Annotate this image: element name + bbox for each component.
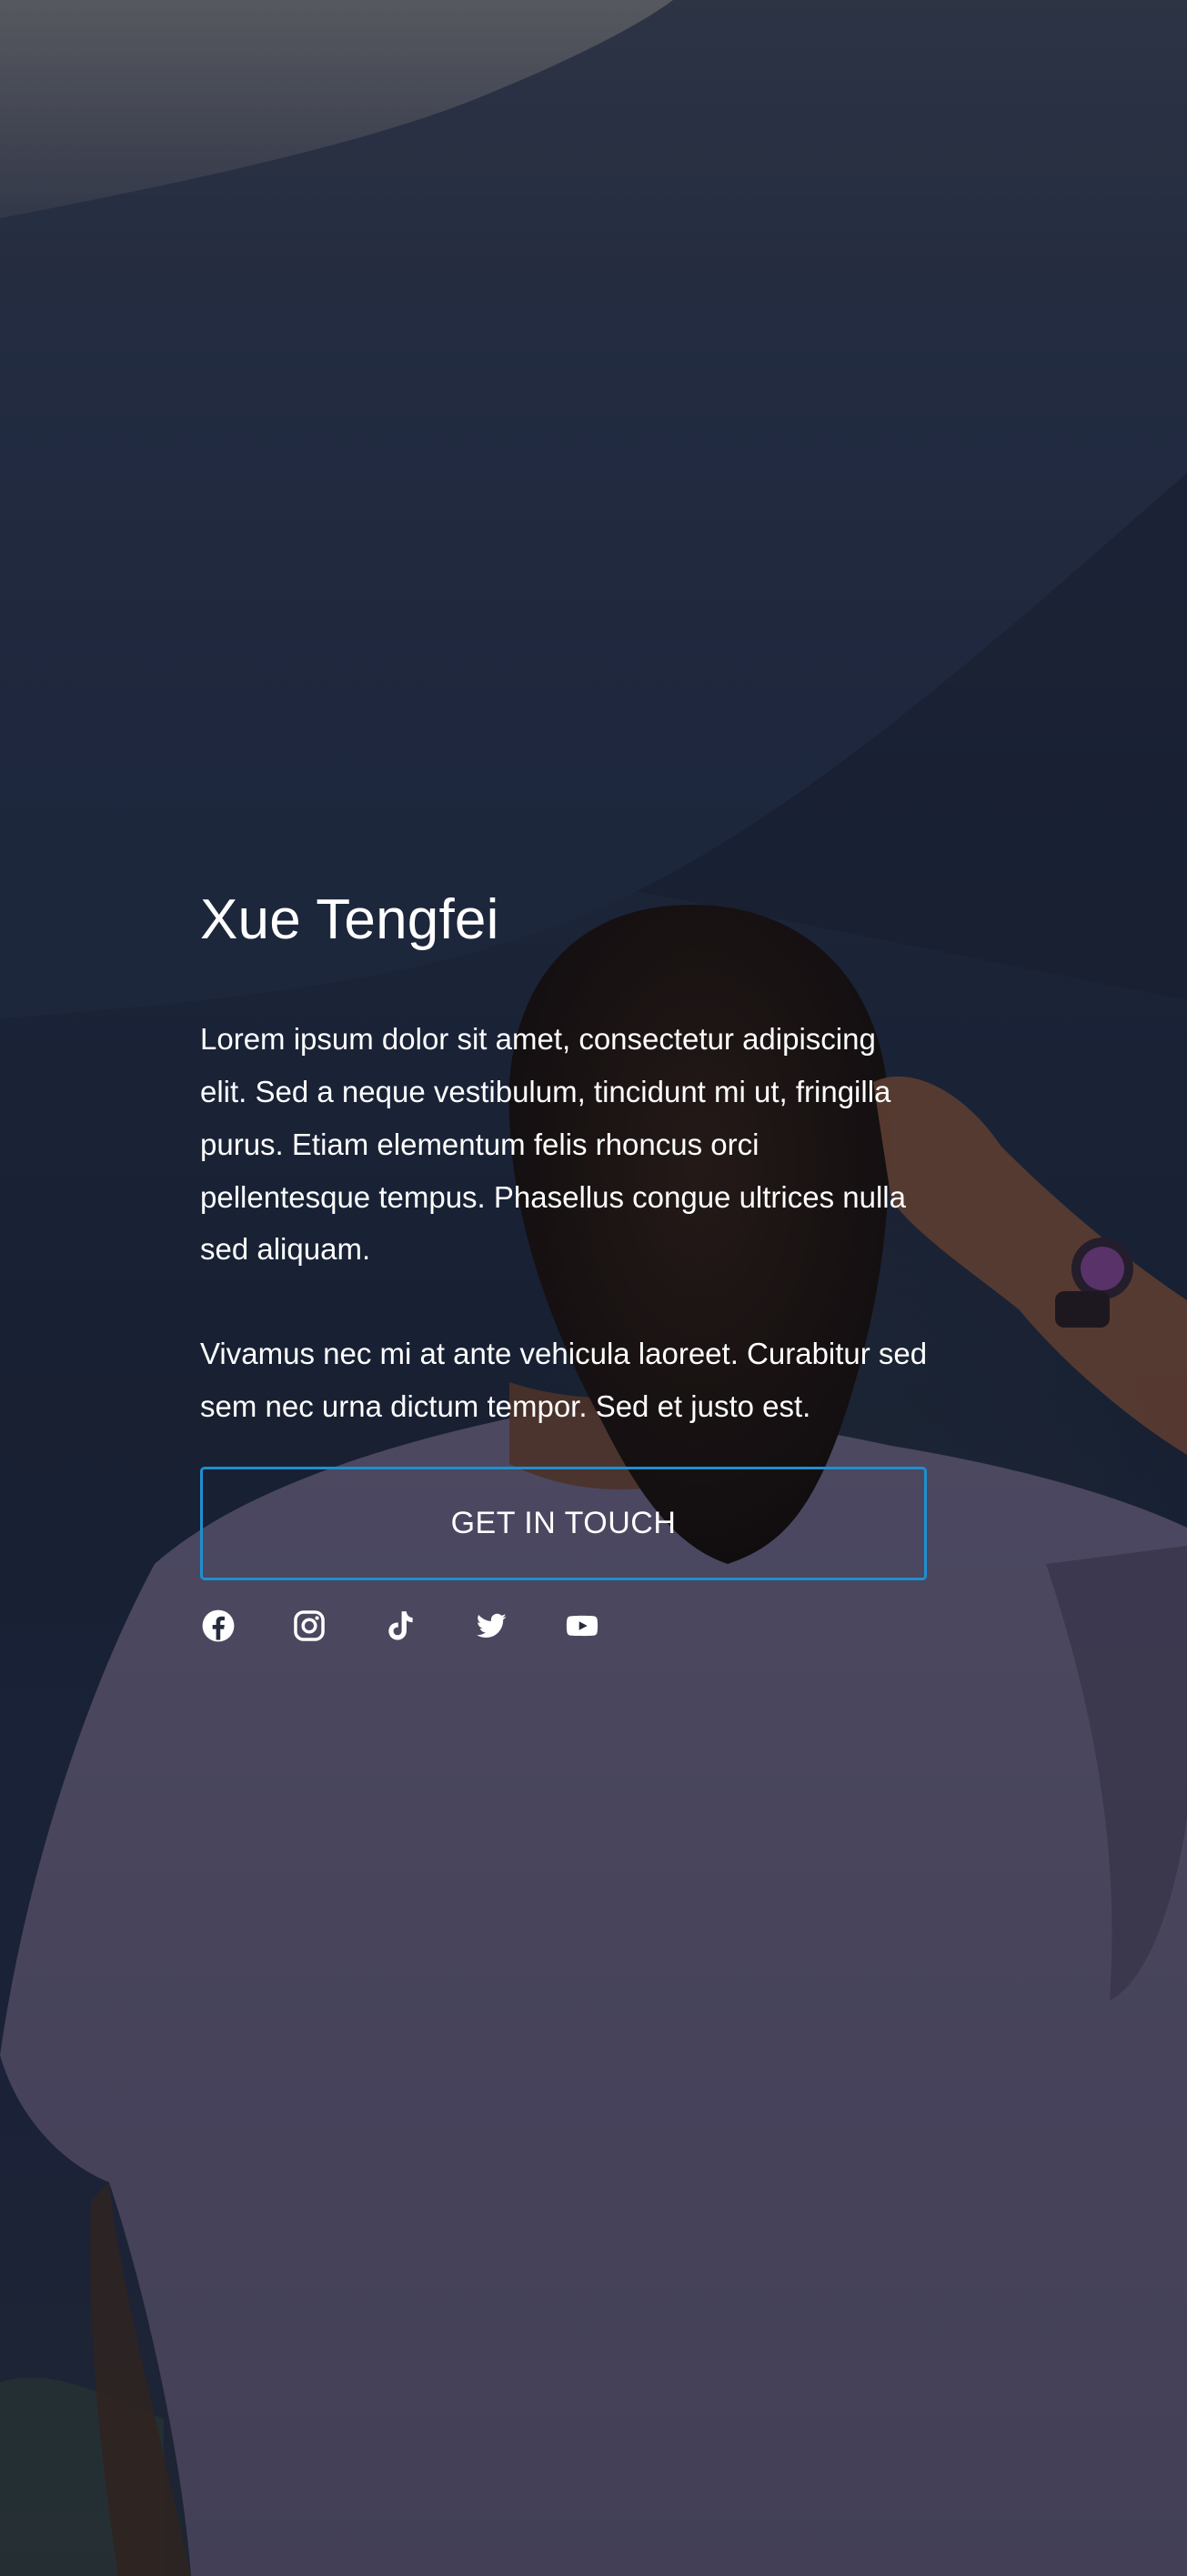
hero-content: Xue Tengfei Lorem ipsum dolor sit amet, … [200, 887, 928, 1644]
youtube-icon[interactable] [564, 1608, 600, 1644]
social-links [200, 1608, 928, 1644]
get-in-touch-button[interactable]: GET IN TOUCH [200, 1467, 927, 1581]
secondary-paragraph: Vivamus nec mi at ante vehicula laoreet.… [200, 1336, 928, 1423]
twitter-icon[interactable] [473, 1608, 509, 1644]
instagram-icon[interactable] [291, 1608, 327, 1644]
facebook-icon[interactable] [200, 1608, 236, 1644]
intro-paragraph: Lorem ipsum dolor sit amet, consectetur … [200, 1022, 906, 1267]
tiktok-icon[interactable] [382, 1608, 418, 1644]
page-title: Xue Tengfei [200, 888, 499, 951]
hero-section: Xue Tengfei Lorem ipsum dolor sit amet, … [0, 0, 1187, 2576]
